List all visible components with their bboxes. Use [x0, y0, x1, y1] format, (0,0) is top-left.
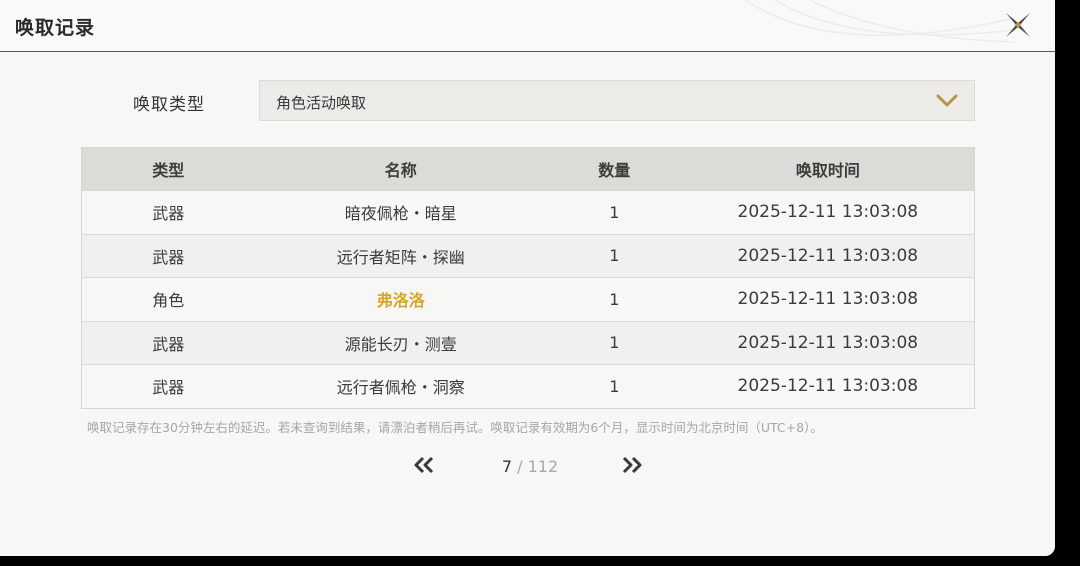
cell-time: 2025-12-11 13:03:08: [737, 245, 919, 266]
cell-name: 源能长刃・测壹: [344, 334, 457, 354]
double-chevron-left-icon: [414, 456, 434, 474]
page-separator: /: [512, 457, 528, 476]
table-row: 角色 弗洛洛 1 2025-12-11 13:03:08: [82, 277, 974, 321]
cell-time: 2025-12-11 13:03:08: [737, 376, 919, 397]
cell-type: 武器: [152, 378, 185, 398]
cell-type: 角色: [152, 291, 185, 311]
page-title: 唤取记录: [15, 17, 96, 39]
cell-name: 远行者佩枪・洞察: [336, 378, 465, 398]
gacha-type-dropdown[interactable]: 角色活动唤取: [259, 80, 975, 121]
cell-time: 2025-12-11 13:03:08: [737, 332, 919, 353]
chevron-down-icon: [936, 94, 958, 107]
column-header-type: 类型: [152, 161, 185, 180]
cell-type: 武器: [152, 334, 185, 354]
header-decoration-icon: [744, 0, 1015, 43]
cell-quantity: 1: [609, 202, 620, 222]
close-x-icon: [1006, 13, 1030, 37]
column-header-quantity: 数量: [598, 161, 631, 180]
table-row: 武器 远行者佩枪・洞察 1 2025-12-11 13:03:08: [82, 364, 974, 408]
cell-quantity: 1: [609, 246, 620, 266]
record-table: 类型 名称 数量 唤取时间 武器 暗夜佩枪・暗星 1 2025-12-11 13…: [81, 147, 975, 409]
column-header-name: 名称: [384, 161, 417, 180]
cell-quantity: 1: [609, 289, 620, 309]
total-pages: 112: [527, 457, 559, 476]
cell-name-highlighted: 弗洛洛: [376, 291, 425, 311]
table-row: 武器 源能长刃・测壹 1 2025-12-11 13:03:08: [82, 320, 974, 364]
cell-quantity: 1: [609, 333, 620, 353]
cell-time: 2025-12-11 13:03:08: [737, 289, 919, 310]
column-header-time: 唤取时间: [795, 161, 860, 180]
filter-label: 唤取类型: [133, 95, 205, 115]
delay-notice: 唤取记录存在30分钟左右的延迟。若未查询到结果，请漂泊者稍后再试。唤取记录有效期…: [87, 420, 823, 435]
prev-page-button[interactable]: [412, 455, 436, 475]
double-chevron-right-icon: [622, 456, 642, 474]
cell-type: 武器: [152, 247, 185, 267]
page-indicator: 7 / 112: [460, 457, 600, 476]
cell-name: 暗夜佩枪・暗星: [344, 204, 457, 224]
table-row: 武器 远行者矩阵・探幽 1 2025-12-11 13:03:08: [82, 233, 974, 277]
table-row: 武器 暗夜佩枪・暗星 1 2025-12-11 13:03:08: [82, 190, 974, 234]
table-header: 类型 名称 数量 唤取时间: [82, 148, 974, 190]
dropdown-selected-value: 角色活动唤取: [276, 94, 367, 112]
cell-time: 2025-12-11 13:03:08: [737, 202, 919, 223]
next-page-button[interactable]: [620, 455, 644, 475]
gacha-record-panel: 唤取记录 唤取类型 角色活动唤取 类型 名称 数量 唤取时间 武器 暗夜佩枪・暗…: [0, 0, 1055, 556]
cell-name: 远行者矩阵・探幽: [336, 247, 465, 267]
current-page: 7: [501, 457, 513, 476]
cell-type: 武器: [152, 204, 185, 224]
header-bar: 唤取记录: [0, 0, 1055, 52]
cell-quantity: 1: [609, 376, 620, 396]
close-button[interactable]: [1003, 10, 1033, 40]
